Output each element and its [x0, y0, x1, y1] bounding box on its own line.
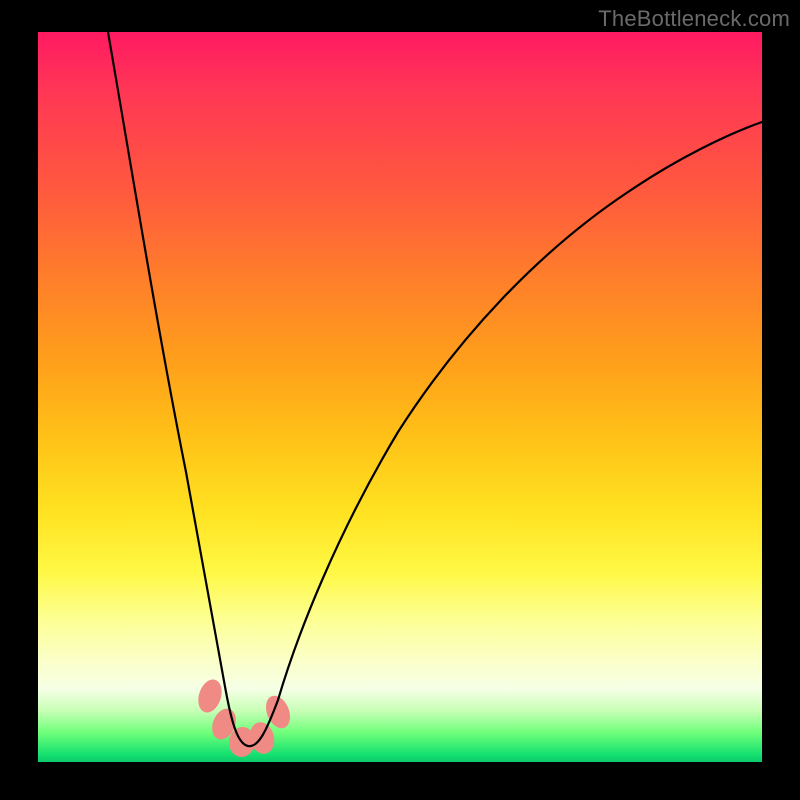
- curve-svg: [38, 32, 762, 762]
- bottleneck-curve: [108, 32, 762, 746]
- marker-group: [194, 676, 294, 758]
- chart-frame: TheBottleneck.com: [0, 0, 800, 800]
- marker-blob-1: [194, 676, 225, 715]
- watermark-text: TheBottleneck.com: [598, 6, 790, 32]
- plot-area: [38, 32, 762, 762]
